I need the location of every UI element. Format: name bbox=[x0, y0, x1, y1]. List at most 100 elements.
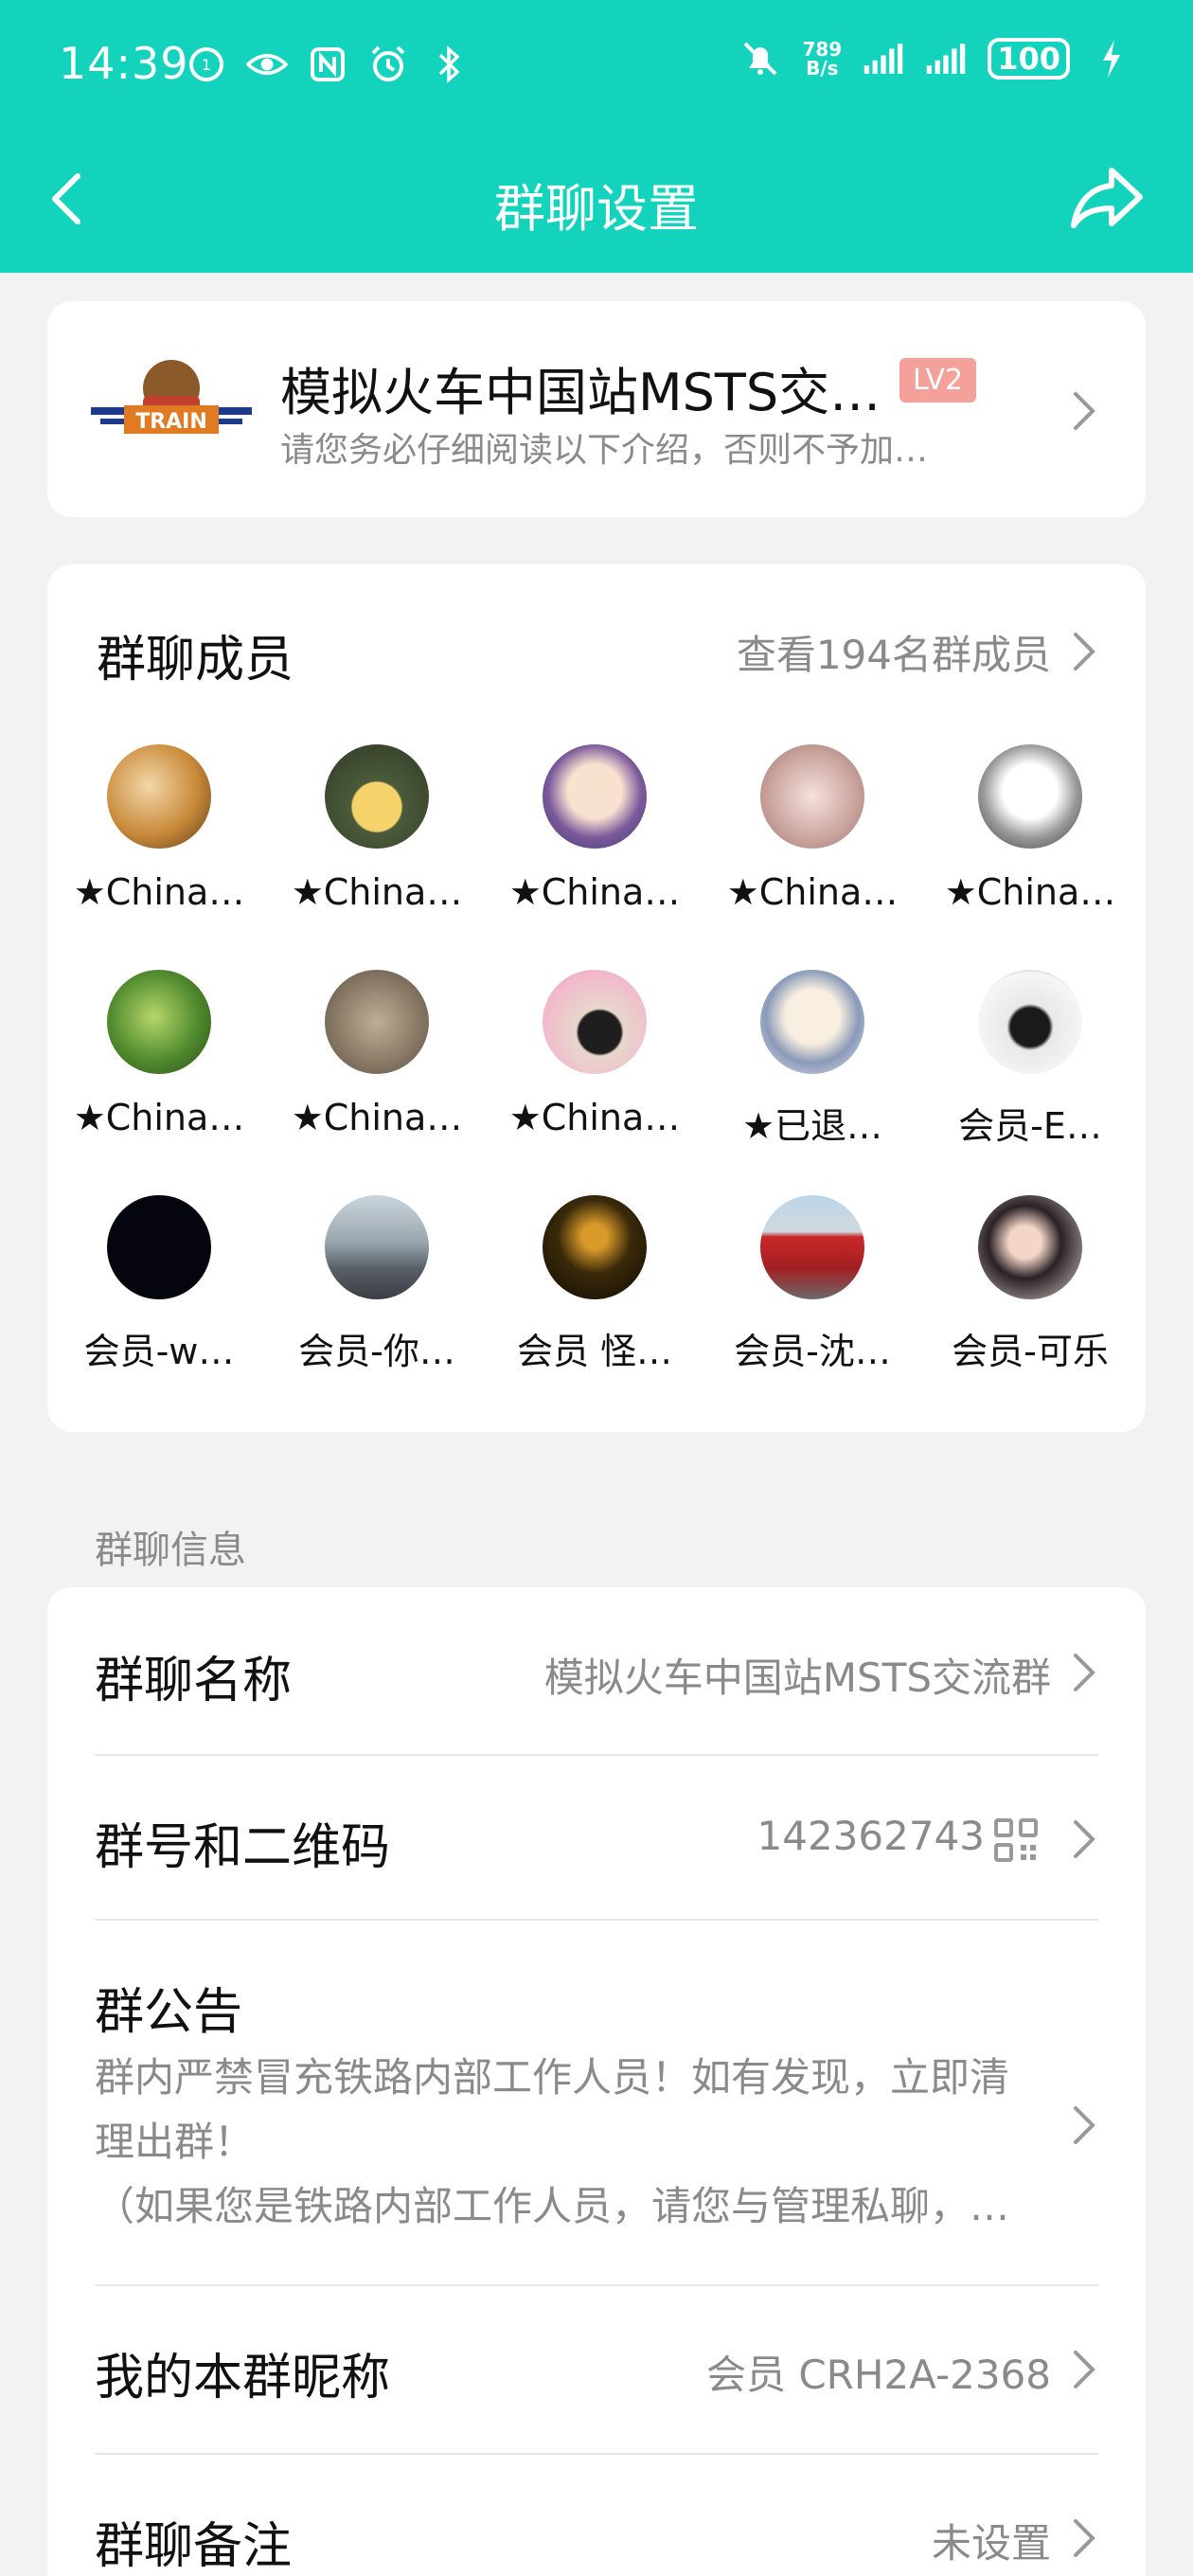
chevron-right-icon bbox=[1074, 2106, 1095, 2144]
members-card: 群聊成员 查看194名群成员 ★China… ★China… ★China… ★… bbox=[47, 564, 1146, 1432]
member-item[interactable]: ★China… bbox=[64, 744, 254, 913]
member-name: 会员-你… bbox=[298, 1331, 455, 1372]
status-bar: 14:39 1 789 B/s 100 bbox=[0, 0, 1193, 133]
member-name: ★China… bbox=[508, 871, 681, 913]
status-time: 14:39 bbox=[59, 38, 189, 89]
qr-code-icon[interactable] bbox=[994, 1818, 1038, 1862]
avatar bbox=[325, 1195, 429, 1299]
svg-text:1: 1 bbox=[202, 56, 211, 74]
avatar bbox=[760, 744, 864, 849]
member-item[interactable]: ★China… bbox=[935, 744, 1125, 913]
member-item[interactable]: ★已退… bbox=[718, 970, 907, 1149]
avatar bbox=[325, 970, 429, 1074]
my-nickname-row[interactable]: 我的本群昵称 会员 CRH2A-2368 bbox=[95, 2337, 1098, 2406]
avatar bbox=[543, 744, 647, 849]
avatar bbox=[760, 970, 864, 1074]
avatar bbox=[978, 970, 1082, 1074]
nav-bar: 群聊设置 bbox=[0, 152, 1193, 246]
net-speed-value: 789 bbox=[802, 38, 843, 61]
group-name-row[interactable]: 群聊名称 模拟火车中国站MSTS交流群 bbox=[95, 1640, 1098, 1709]
net-speed-unit: B/s bbox=[806, 57, 839, 80]
bluetooth-icon bbox=[428, 44, 470, 85]
my-nickname-value: 会员 CRH2A-2368 bbox=[705, 2352, 1051, 2398]
member-name: 会员-可乐 bbox=[952, 1331, 1109, 1372]
group-avatar: TRAIN bbox=[91, 350, 252, 474]
chevron-right-icon bbox=[1074, 633, 1095, 671]
chevron-right-icon bbox=[1074, 1820, 1095, 1858]
avatar bbox=[978, 744, 1082, 849]
member-name: 会员-沈… bbox=[734, 1331, 891, 1372]
group-number-row[interactable]: 群号和二维码 142362743 bbox=[95, 1807, 1098, 1876]
group-notice-label: 群公告 bbox=[95, 1984, 243, 2041]
group-name: 模拟火车中国站MSTS交… bbox=[280, 363, 881, 422]
svg-text:TRAIN: TRAIN bbox=[135, 410, 207, 434]
signal-icon-2 bbox=[925, 38, 967, 80]
alarm-icon bbox=[367, 44, 409, 85]
member-item[interactable]: 会员-w… bbox=[64, 1195, 254, 1374]
members-title: 群聊成员 bbox=[97, 632, 294, 689]
member-name: 会员-E… bbox=[958, 1105, 1102, 1147]
member-name: ★已退… bbox=[741, 1105, 883, 1147]
group-name-value: 模拟火车中国站MSTS交流群 bbox=[543, 1655, 1051, 1701]
chevron-right-icon bbox=[1074, 2351, 1095, 2388]
member-name: ★China… bbox=[291, 871, 463, 913]
share-icon bbox=[1071, 168, 1143, 228]
status-left-icons: 1 bbox=[186, 44, 470, 85]
divider bbox=[95, 2453, 1098, 2455]
member-name: ★China… bbox=[508, 1097, 681, 1138]
avatar bbox=[978, 1195, 1082, 1299]
member-item[interactable]: ★China… bbox=[500, 744, 689, 913]
chevron-right-icon bbox=[1074, 2519, 1095, 2557]
member-name: 会员 怪… bbox=[516, 1331, 673, 1372]
member-item[interactable]: 会员-沈… bbox=[718, 1195, 907, 1374]
group-profile-card[interactable]: TRAIN 模拟火车中国站MSTS交… LV2 请您务必仔细阅读以下介绍，否则不… bbox=[47, 301, 1146, 517]
battery-level: 100 bbox=[997, 41, 1060, 77]
chevron-right-icon bbox=[1074, 1654, 1095, 1691]
chevron-right-icon bbox=[1074, 392, 1095, 430]
member-item[interactable]: 会员-可乐 bbox=[935, 1195, 1125, 1374]
member-name: ★China… bbox=[726, 871, 899, 913]
member-name: ★China… bbox=[944, 871, 1116, 913]
divider bbox=[95, 2284, 1098, 2286]
notice-line-1: 群内严禁冒充铁路内部工作人员！如有发现，立即清 bbox=[95, 2054, 1010, 2101]
header-bar: 14:39 1 789 B/s 100 群聊设置 bbox=[0, 0, 1193, 273]
member-name: ★China… bbox=[73, 871, 245, 913]
notice-line-3: （如果您是铁路内部工作人员，请您与管理私聊，… bbox=[95, 2183, 1010, 2229]
member-name: 会员-w… bbox=[83, 1331, 235, 1372]
net-speed: 789 B/s bbox=[802, 40, 842, 78]
group-level-badge: LV2 bbox=[899, 358, 977, 402]
group-remark-row[interactable]: 群聊备注 未设置 bbox=[95, 2506, 1098, 2575]
avatar bbox=[543, 1195, 647, 1299]
nfc-icon bbox=[307, 44, 348, 85]
avatar bbox=[543, 970, 647, 1074]
avatar bbox=[107, 970, 211, 1074]
share-button[interactable] bbox=[1070, 165, 1146, 231]
hd-call-icon: 1 bbox=[186, 44, 227, 85]
avatar bbox=[107, 744, 211, 849]
page-title: 群聊设置 bbox=[494, 179, 699, 239]
divider bbox=[95, 1919, 1098, 1921]
mute-icon bbox=[739, 38, 781, 80]
member-item[interactable]: ★China… bbox=[282, 970, 472, 1138]
group-notice-text: 群内严禁冒充铁路内部工作人员！如有发现，立即清 理出群！ （如果您是铁路内部工作… bbox=[95, 2046, 1042, 2239]
group-intro: 请您务必仔细阅读以下介绍，否则不予加… bbox=[280, 431, 929, 470]
member-item[interactable]: 会员-你… bbox=[282, 1195, 472, 1374]
member-item[interactable]: 会员-E… bbox=[935, 970, 1125, 1149]
member-item[interactable]: 会员 怪… bbox=[500, 1195, 689, 1374]
member-name: ★China… bbox=[291, 1097, 463, 1138]
member-item[interactable]: ★China… bbox=[64, 970, 254, 1138]
avatar bbox=[107, 1195, 211, 1299]
battery-indicator: 100 bbox=[988, 38, 1070, 80]
group-remark-value: 未设置 bbox=[931, 2520, 1051, 2567]
view-all-members-link[interactable]: 查看194名群成员 bbox=[737, 623, 1051, 681]
member-item[interactable]: ★China… bbox=[500, 970, 689, 1138]
charging-icon bbox=[1091, 38, 1132, 80]
section-label-group-info: 群聊信息 bbox=[95, 1529, 246, 1572]
member-name: ★China… bbox=[73, 1097, 245, 1138]
notice-line-2: 理出群！ bbox=[95, 2119, 255, 2165]
member-item[interactable]: ★China… bbox=[282, 744, 472, 913]
group-number-value: 142362743 bbox=[757, 1813, 986, 1859]
member-item[interactable]: ★China… bbox=[718, 744, 907, 913]
status-right-icons: 789 B/s 100 bbox=[739, 38, 1132, 80]
avatar bbox=[325, 744, 429, 849]
